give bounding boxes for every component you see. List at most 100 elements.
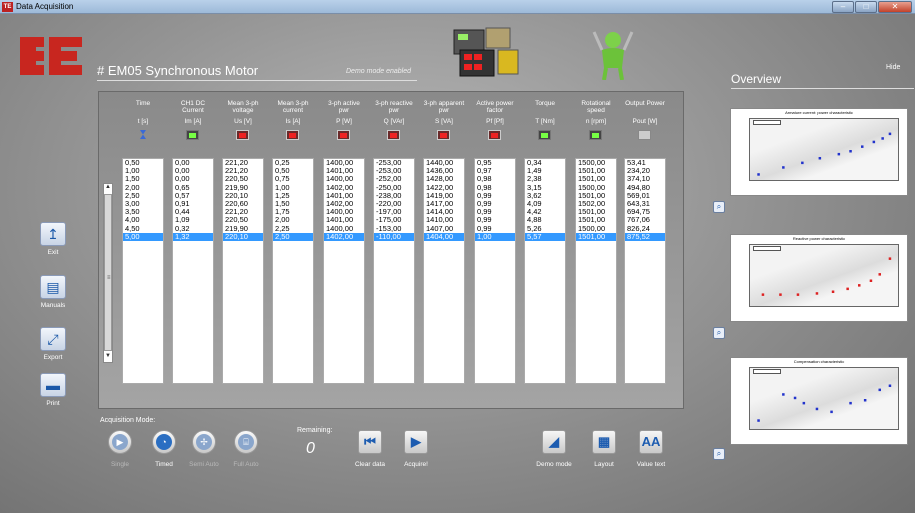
column-unit: Pout [W] xyxy=(632,118,658,125)
clear-data-button[interactable]: ⏮ Clear data xyxy=(350,430,390,468)
zoom-icon[interactable]: ⌕ xyxy=(713,448,725,460)
export-button[interactable]: ⤢ Export xyxy=(28,327,78,361)
title-bar: TE Data Acquisition – □ ✕ xyxy=(0,0,915,14)
maximize-button[interactable]: □ xyxy=(855,1,877,13)
chart-legend xyxy=(753,246,781,251)
chart-point xyxy=(782,166,785,169)
layout-label: Layout xyxy=(594,461,614,468)
chart-point xyxy=(793,396,797,400)
meter-icon xyxy=(589,130,602,140)
mode-semi-auto-icon: ✢ xyxy=(196,434,212,450)
chart-point xyxy=(757,419,760,422)
table-cell[interactable]: 5,57 xyxy=(525,232,565,241)
remaining-label: Remaining: xyxy=(297,427,333,434)
value-text-button[interactable]: AA Value text xyxy=(631,430,671,468)
table-cell[interactable]: 1,00 xyxy=(475,232,515,241)
overview-title: Overview xyxy=(731,72,914,89)
zoom-icon[interactable]: ⌕ xyxy=(713,327,725,339)
mode-semi-auto[interactable]: ✢ Semi Auto xyxy=(181,430,227,468)
vertical-scrollbar[interactable]: ▲ ≡ ▼ xyxy=(103,183,113,363)
table-column: Time t [s] 0,50 1,00 1,50 2,00 2,50 3,00 3,50 4,0… xyxy=(122,100,164,384)
value-text-icon[interactable]: AA xyxy=(639,430,663,454)
zoom-icon[interactable]: ⌕ xyxy=(713,201,725,213)
mode-timed-icon: ◔ xyxy=(156,434,172,450)
print-icon[interactable]: ▬ xyxy=(40,373,66,397)
column-icon-slot xyxy=(624,128,666,143)
chart-point xyxy=(757,173,760,176)
mode-full-auto-button[interactable]: ⌸ xyxy=(234,430,258,454)
table-cell[interactable]: 875,52 xyxy=(625,232,665,241)
table-cell[interactable]: 1,32 xyxy=(173,232,213,241)
table-cell[interactable]: 1402,00 xyxy=(324,232,364,241)
demo-mode-button[interactable]: ◢ Demo mode xyxy=(534,430,574,468)
export-icon[interactable]: ⤢ xyxy=(40,327,66,351)
chart-point xyxy=(863,399,867,402)
value-text-label: Value text xyxy=(636,461,666,468)
scroll-down-arrow[interactable]: ▼ xyxy=(104,353,112,362)
clear-data-icon[interactable]: ⏮ xyxy=(358,430,382,454)
column-values: 0,25 0,50 0,75 1,00 1,25 1,50 1,75 2,00 2,25 2,50 xyxy=(272,158,314,384)
table-cell[interactable]: 220,10 xyxy=(223,232,263,241)
acquire-icon[interactable]: ▶ xyxy=(404,430,428,454)
exit-label: Exit xyxy=(47,249,59,256)
te-logo xyxy=(20,37,82,75)
chart-plot-area xyxy=(749,118,899,181)
overview-chart[interactable]: Armature current: power characteristic xyxy=(730,108,908,196)
table-cell[interactable]: 2,50 xyxy=(273,232,313,241)
exit-button[interactable]: ↥ Exit xyxy=(28,222,78,256)
chart-points xyxy=(757,384,892,422)
table-cell[interactable]: 5,00 xyxy=(123,232,163,241)
mode-timed-button[interactable]: ◔ xyxy=(152,430,176,454)
acquire-button[interactable]: ▶ Acquire! xyxy=(396,430,436,468)
mode-semi-auto-label: Semi Auto xyxy=(189,461,219,468)
chart-plot-area xyxy=(749,367,899,430)
minimize-button[interactable]: – xyxy=(832,1,854,13)
column-unit: n [rpm] xyxy=(585,118,607,125)
demo-mode-icon[interactable]: ◢ xyxy=(542,430,566,454)
chart-point xyxy=(830,410,833,414)
meter-icon xyxy=(186,130,199,140)
overview-chart[interactable]: Reactive power characteristic xyxy=(730,234,908,322)
layout-icon[interactable]: ▦ xyxy=(592,430,616,454)
mode-full-auto[interactable]: ⌸ Full Auto xyxy=(223,430,269,468)
column-icon-slot xyxy=(423,128,465,143)
red-meter-icon xyxy=(337,130,350,140)
red-meter-icon xyxy=(488,130,501,140)
print-button[interactable]: ▬ Print xyxy=(28,373,78,407)
column-icon-slot xyxy=(524,128,566,143)
remaining-value: 0 xyxy=(306,440,315,457)
overview-chart[interactable]: Compensation characteristic xyxy=(730,357,908,445)
table-column: Mean 3-ph voltage Us [V] 221,20 221,20 220,5… xyxy=(222,100,264,384)
mode-semi-auto-button[interactable]: ✢ xyxy=(192,430,216,454)
scroll-up-arrow[interactable]: ▲ xyxy=(104,184,112,193)
mode-single[interactable]: ▶ Single xyxy=(97,430,143,468)
column-values: 53,41 234,20 374,10 494,80 569,01 643,31 694,7… xyxy=(624,158,666,384)
layout-button[interactable]: ▦ Layout xyxy=(584,430,624,468)
user-figure-image xyxy=(592,31,634,80)
close-button[interactable]: ✕ xyxy=(878,1,912,13)
table-cell[interactable]: -110,00 xyxy=(374,232,414,241)
table-column: Output Power Pout [W] 53,41 234,20 374,10 494… xyxy=(624,100,666,384)
exit-icon[interactable]: ↥ xyxy=(40,222,66,246)
equipment-image xyxy=(453,27,519,77)
table-column: Active power factor Pf [Pf] 0,95 0,97 0,98 0,… xyxy=(474,100,516,384)
chart-point xyxy=(888,257,892,260)
manuals-button[interactable]: ▤ Manuals xyxy=(28,275,78,309)
table-cell[interactable]: 1404,00 xyxy=(424,232,464,241)
chart-point xyxy=(846,287,849,291)
manuals-icon[interactable]: ▤ xyxy=(40,275,66,299)
column-icon-slot xyxy=(122,128,164,143)
column-header: Rotational speed xyxy=(581,100,611,114)
table-column: 3-ph active pwr P [W] 1400,00 1401,00 1400,0… xyxy=(323,100,365,384)
mode-full-auto-label: Full Auto xyxy=(233,461,259,468)
chart-point xyxy=(782,393,785,396)
chart-point xyxy=(878,273,881,276)
mode-single-button[interactable]: ▶ xyxy=(108,430,132,454)
column-values: 0,50 1,00 1,50 2,00 2,50 3,00 3,50 4,00 4,50 5,00 xyxy=(122,158,164,384)
chart-legend xyxy=(753,120,781,125)
hide-button[interactable]: Hide xyxy=(886,64,900,71)
table-cell[interactable]: 1501,00 xyxy=(576,232,616,241)
chart-point xyxy=(779,293,782,296)
scroll-thumb[interactable]: ≡ xyxy=(104,194,112,351)
column-icon-slot xyxy=(272,128,314,143)
